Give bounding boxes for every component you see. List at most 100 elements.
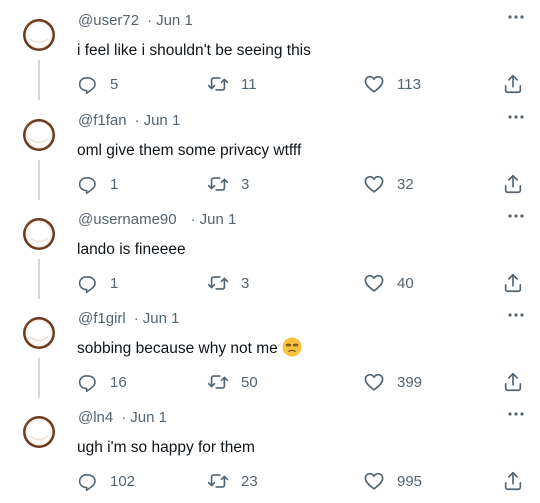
- tweet-date[interactable]: Jun 1: [200, 211, 237, 228]
- tweet-actions: 5 11 113: [0, 72, 540, 96]
- share-icon: [502, 73, 524, 95]
- reply-count: 5: [110, 75, 119, 93]
- retweet-button[interactable]: 3: [207, 172, 249, 196]
- share-button[interactable]: [502, 172, 524, 196]
- like-button[interactable]: 113: [363, 72, 421, 96]
- share-icon: [502, 173, 524, 195]
- tweet-meta: @ln4 · Jun 1: [78, 409, 167, 426]
- like-icon: [363, 371, 385, 393]
- tweet-meta: @user72 · Jun 1: [78, 12, 193, 29]
- like-icon: [363, 272, 385, 294]
- coconut-avatar-icon[interactable]: [22, 415, 56, 449]
- coconut-avatar-icon[interactable]: [22, 18, 56, 52]
- retweet-button[interactable]: 3: [207, 271, 249, 295]
- reply-icon: [77, 372, 98, 393]
- like-icon: [363, 173, 385, 195]
- retweet-icon: [207, 173, 229, 195]
- more-options-icon[interactable]: [506, 10, 526, 24]
- tweet-date[interactable]: Jun 1: [144, 112, 181, 129]
- tweet-handle[interactable]: @f1girl: [78, 310, 126, 327]
- coconut-avatar-icon[interactable]: [22, 316, 56, 350]
- tweet-actions: 1 3 40: [0, 271, 540, 295]
- meta-separator: ·: [133, 310, 139, 327]
- share-icon: [502, 272, 524, 294]
- tweet-handle[interactable]: @ln4: [78, 409, 113, 426]
- tweet[interactable]: @ln4 · Jun 1 ugh i'm so happy for them 102…: [0, 397, 540, 496]
- reply-icon: [77, 174, 98, 195]
- like-count: 32: [397, 175, 414, 193]
- reply-icon: [77, 471, 98, 492]
- reply-button[interactable]: 5: [77, 72, 118, 96]
- share-button[interactable]: [502, 469, 524, 493]
- reply-button[interactable]: 16: [77, 370, 127, 394]
- tweet-text: i feel like i shouldn't be seeing this: [77, 42, 311, 59]
- tweet-handle[interactable]: @user72: [78, 12, 139, 29]
- tweet-handle[interactable]: @username90: [78, 211, 177, 228]
- meta-separator: ·: [147, 12, 153, 29]
- reply-button[interactable]: 1: [77, 172, 118, 196]
- tweet-meta: @username90 · Jun 1: [78, 211, 236, 228]
- reply-count: 1: [110, 175, 119, 193]
- share-icon: [502, 470, 524, 492]
- share-button[interactable]: [502, 72, 524, 96]
- tweet[interactable]: @user72 · Jun 1 i feel like i shouldn't be…: [0, 0, 540, 100]
- reply-count: 102: [110, 472, 136, 490]
- retweet-button[interactable]: 23: [207, 469, 258, 493]
- tweet-text: sobbing because why not me: [77, 340, 302, 358]
- like-button[interactable]: 40: [363, 271, 414, 295]
- retweet-count: 11: [241, 75, 257, 93]
- tweet[interactable]: @username90 · Jun 1 lando is fineeee 1 3 4…: [0, 199, 540, 299]
- reply-button[interactable]: 1: [77, 271, 118, 295]
- more-options-icon[interactable]: [506, 209, 526, 223]
- reply-count: 16: [110, 373, 127, 391]
- like-icon: [363, 73, 385, 95]
- retweet-count: 3: [241, 175, 250, 193]
- like-count: 399: [397, 373, 423, 391]
- like-count: 40: [397, 274, 414, 292]
- tweet-text: oml give them some privacy wtfff: [77, 142, 302, 159]
- tweet[interactable]: @f1fan · Jun 1 oml give them some privacy …: [0, 100, 540, 200]
- retweet-icon: [207, 470, 229, 492]
- tweet-text-content: sobbing because why not me: [77, 340, 278, 357]
- like-button[interactable]: 32: [363, 172, 414, 196]
- retweet-icon: [207, 371, 229, 393]
- more-options-icon[interactable]: [506, 308, 526, 322]
- like-button[interactable]: 995: [363, 469, 422, 493]
- tweet-actions: 102 23 995: [0, 469, 540, 493]
- coconut-avatar-icon[interactable]: [22, 118, 56, 152]
- tweet[interactable]: @f1girl · Jun 1 sobbing because why not me…: [0, 298, 540, 398]
- tweet-meta: @f1girl · Jun 1: [78, 310, 179, 327]
- reply-count: 1: [110, 274, 119, 292]
- share-icon: [502, 371, 524, 393]
- tweet-text: ugh i'm so happy for them: [77, 439, 255, 456]
- reply-button[interactable]: 102: [77, 469, 135, 493]
- like-button[interactable]: 399: [363, 370, 422, 394]
- retweet-icon: [207, 73, 229, 95]
- coconut-avatar-icon[interactable]: [22, 217, 56, 251]
- retweet-icon: [207, 272, 229, 294]
- reply-icon: [77, 74, 98, 95]
- retweet-button[interactable]: 11: [207, 72, 257, 96]
- like-count: 113: [397, 75, 421, 93]
- meta-separator: ·: [134, 112, 140, 129]
- tweet-date[interactable]: Jun 1: [156, 12, 193, 29]
- tweet-meta: @f1fan · Jun 1: [78, 112, 180, 129]
- more-options-icon[interactable]: [506, 407, 526, 421]
- tweet-date[interactable]: Jun 1: [143, 310, 180, 327]
- reply-icon: [77, 273, 98, 294]
- meta-separator: ·: [190, 211, 196, 228]
- like-count: 995: [397, 472, 423, 490]
- retweet-button[interactable]: 50: [207, 370, 258, 394]
- share-button[interactable]: [502, 271, 524, 295]
- retweet-count: 3: [241, 274, 250, 292]
- tweet-handle[interactable]: @f1fan: [78, 112, 127, 129]
- tweet-actions: 1 3 32: [0, 172, 540, 196]
- like-icon: [363, 470, 385, 492]
- share-button[interactable]: [502, 370, 524, 394]
- tweet-actions: 16 50 399: [0, 370, 540, 394]
- tweet-date[interactable]: Jun 1: [130, 409, 167, 426]
- meta-separator: ·: [121, 409, 127, 426]
- tweet-text: lando is fineeee: [77, 241, 186, 258]
- more-options-icon[interactable]: [506, 110, 526, 124]
- retweet-count: 23: [241, 472, 258, 490]
